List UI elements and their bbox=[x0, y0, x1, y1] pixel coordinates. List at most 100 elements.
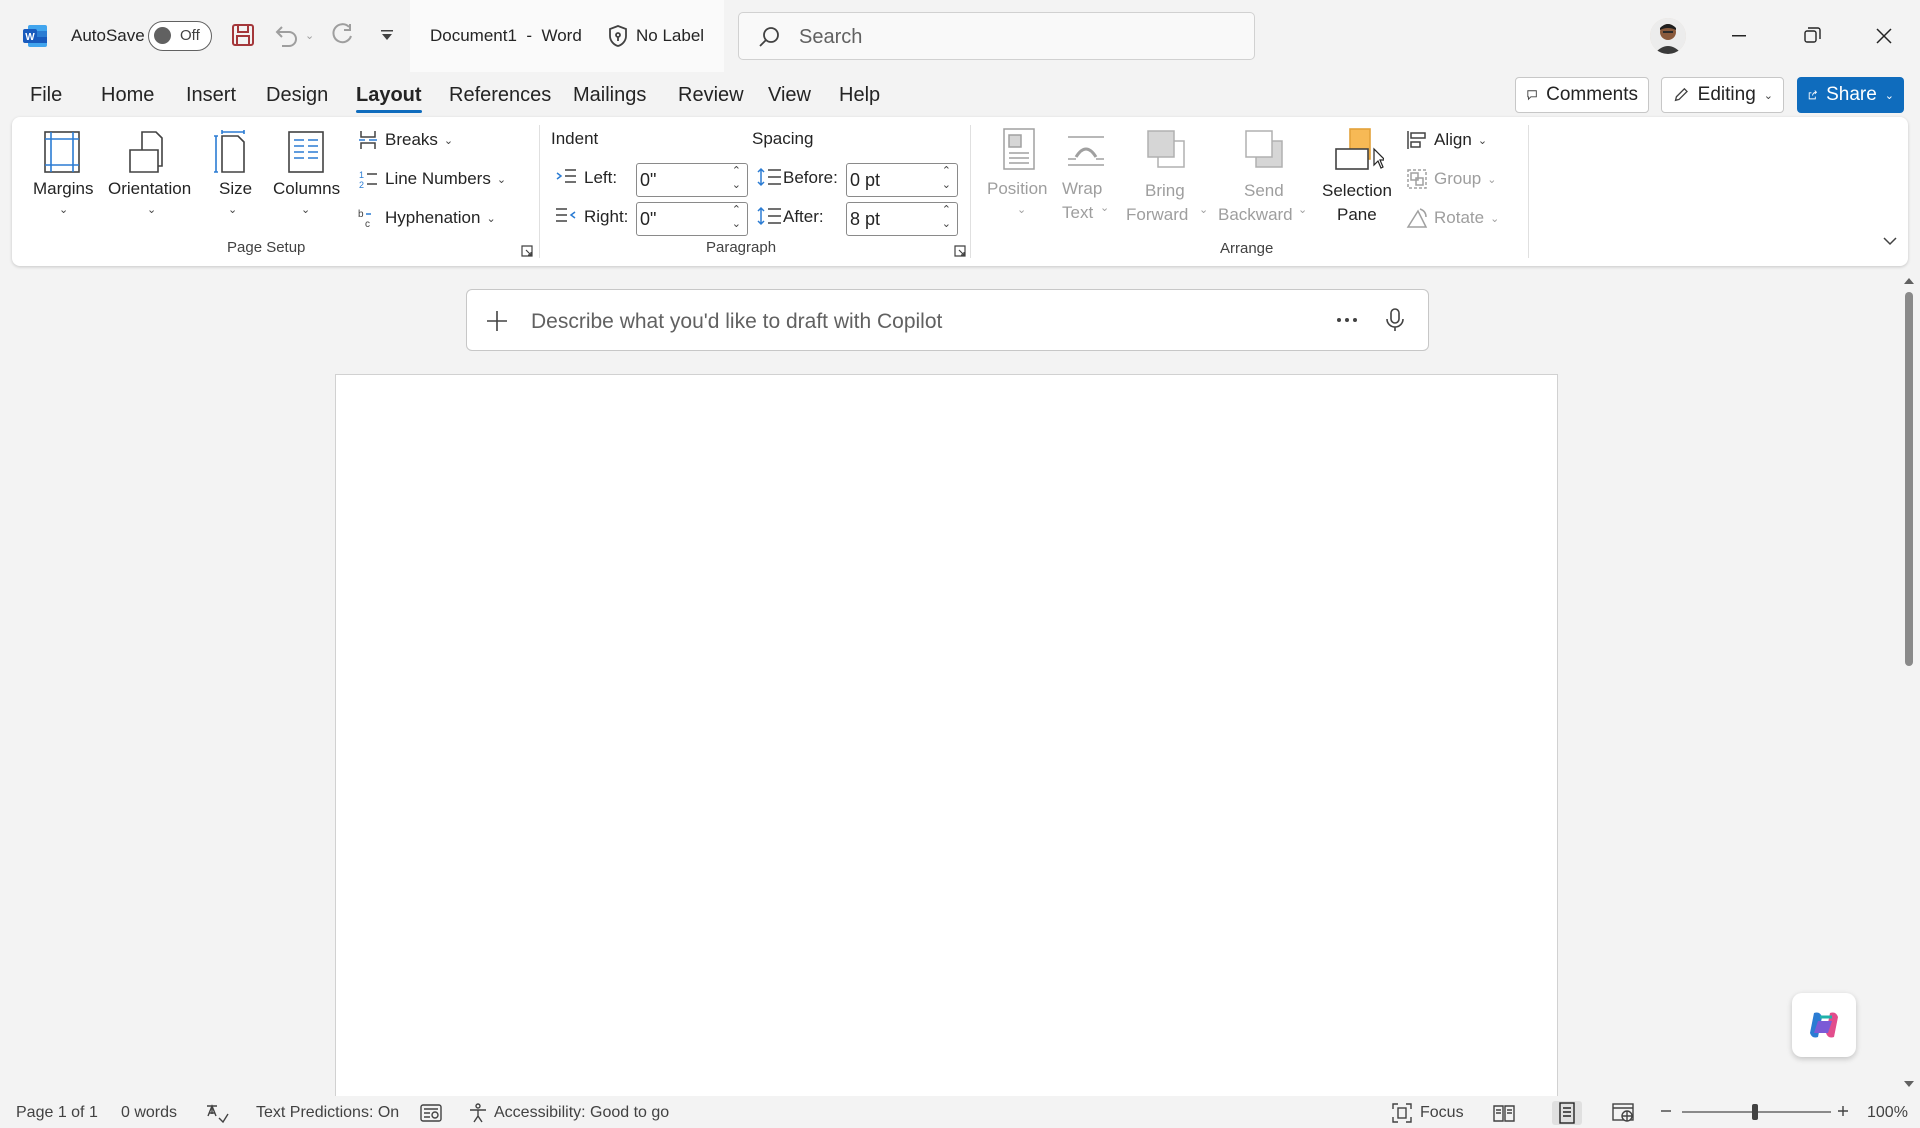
chevron-down-icon[interactable]: ⌄ bbox=[732, 217, 741, 230]
selection-pane-icon[interactable] bbox=[1334, 127, 1384, 177]
tab-layout[interactable]: Layout bbox=[356, 84, 422, 113]
orientation-icon[interactable] bbox=[128, 130, 172, 174]
chevron-down-icon[interactable]: ⌄ bbox=[732, 178, 741, 191]
zoom-out-icon[interactable] bbox=[1659, 1104, 1673, 1118]
focus-label[interactable]: Focus bbox=[1420, 1104, 1464, 1122]
bring-forward-label-2[interactable]: Forward bbox=[1126, 203, 1188, 227]
align-button[interactable]: Align ⌄ bbox=[1406, 129, 1487, 151]
print-layout-icon[interactable] bbox=[1552, 1101, 1582, 1125]
page-count[interactable]: Page 1 of 1 bbox=[16, 1104, 98, 1122]
margins-icon[interactable] bbox=[42, 130, 82, 174]
size-icon[interactable] bbox=[212, 130, 252, 174]
bring-forward-icon[interactable] bbox=[1144, 127, 1188, 171]
document-title-area[interactable]: Document1 - Word No Label bbox=[410, 0, 724, 72]
chevron-down-icon[interactable]: ⌄ bbox=[1298, 203, 1307, 216]
spacing-before-stepper[interactable]: 0 pt ⌃ ⌄ bbox=[846, 163, 958, 197]
tab-mailings[interactable]: Mailings bbox=[573, 84, 646, 107]
tab-review[interactable]: Review bbox=[678, 84, 744, 107]
chevron-down-icon[interactable]: ⌄ bbox=[59, 203, 68, 216]
customize-toolbar-icon[interactable] bbox=[380, 28, 394, 42]
restore-icon[interactable] bbox=[1794, 18, 1830, 54]
group-button[interactable]: Group ⌄ bbox=[1406, 168, 1496, 190]
tab-design[interactable]: Design bbox=[266, 84, 328, 107]
paragraph-group-label: Paragraph bbox=[706, 239, 777, 256]
hyphenation-button[interactable]: bc Hyphenation ⌄ bbox=[357, 207, 496, 229]
share-button[interactable]: Share ⌄ bbox=[1797, 77, 1904, 113]
orientation-label[interactable]: Orientation bbox=[108, 177, 191, 201]
zoom-level[interactable]: 100% bbox=[1867, 1104, 1908, 1122]
send-backward-label-2[interactable]: Backward bbox=[1218, 203, 1293, 227]
tab-help[interactable]: Help bbox=[839, 84, 880, 107]
web-layout-icon[interactable] bbox=[1612, 1102, 1634, 1124]
copilot-prompt-box[interactable]: Describe what you'd like to draft with C… bbox=[466, 289, 1429, 351]
minimize-icon[interactable] bbox=[1721, 18, 1757, 54]
chevron-up-icon[interactable]: ⌃ bbox=[942, 164, 951, 177]
position-icon[interactable] bbox=[998, 127, 1038, 171]
chevron-down-icon[interactable]: ⌄ bbox=[942, 217, 951, 230]
tab-view[interactable]: View bbox=[768, 84, 811, 107]
focus-icon[interactable] bbox=[1391, 1102, 1413, 1124]
position-label[interactable]: Position bbox=[987, 177, 1047, 201]
avatar[interactable] bbox=[1650, 18, 1686, 54]
word-count[interactable]: 0 words bbox=[121, 1104, 177, 1122]
search-box[interactable]: Search bbox=[738, 12, 1255, 60]
undo-icon[interactable] bbox=[272, 22, 300, 48]
indent-right-stepper[interactable]: 0" ⌃ ⌄ bbox=[636, 202, 748, 236]
text-predictions-status[interactable]: Text Predictions: On bbox=[256, 1104, 399, 1122]
vertical-scrollbar[interactable] bbox=[1898, 270, 1920, 1098]
zoom-slider-thumb[interactable] bbox=[1752, 1104, 1758, 1120]
autosave-toggle[interactable]: Off bbox=[148, 21, 212, 51]
chevron-down-icon[interactable]: ⌄ bbox=[1017, 203, 1026, 216]
tab-insert[interactable]: Insert bbox=[186, 84, 236, 107]
spacing-after-stepper[interactable]: 8 pt ⌃ ⌄ bbox=[846, 202, 958, 236]
chevron-down-icon[interactable]: ⌄ bbox=[147, 203, 156, 216]
chevron-down-icon[interactable]: ⌄ bbox=[301, 203, 310, 216]
redo-icon[interactable] bbox=[328, 22, 356, 48]
close-icon[interactable] bbox=[1866, 18, 1902, 54]
save-icon[interactable] bbox=[230, 22, 256, 48]
macro-recording-icon[interactable] bbox=[420, 1103, 442, 1123]
selection-pane-label-2[interactable]: Pane bbox=[1337, 203, 1377, 227]
comments-button[interactable]: Comments bbox=[1515, 77, 1649, 113]
wrap-text-icon[interactable] bbox=[1066, 131, 1106, 171]
tab-references[interactable]: References bbox=[449, 84, 551, 107]
breaks-button[interactable]: Breaks ⌄ bbox=[357, 129, 453, 151]
collapse-ribbon-icon[interactable] bbox=[1882, 235, 1898, 247]
columns-label[interactable]: Columns bbox=[273, 177, 340, 201]
copilot-button[interactable] bbox=[1792, 993, 1856, 1057]
indent-left-stepper[interactable]: 0" ⌃ ⌄ bbox=[636, 163, 748, 197]
margins-label[interactable]: Margins bbox=[33, 177, 93, 201]
wrap-text-label-1[interactable]: Wrap bbox=[1062, 177, 1102, 201]
size-label[interactable]: Size bbox=[219, 177, 252, 201]
read-mode-icon[interactable] bbox=[1493, 1103, 1515, 1123]
rotate-button[interactable]: Rotate ⌄ bbox=[1406, 207, 1499, 229]
chevron-up-icon[interactable]: ⌃ bbox=[732, 203, 741, 216]
columns-icon[interactable] bbox=[286, 130, 326, 174]
send-backward-label-1[interactable]: Send bbox=[1244, 179, 1284, 203]
plus-icon[interactable] bbox=[485, 309, 509, 333]
tab-file[interactable]: File bbox=[30, 84, 62, 107]
microphone-icon[interactable] bbox=[1385, 307, 1405, 333]
chevron-up-icon[interactable]: ⌃ bbox=[732, 164, 741, 177]
chevron-down-icon[interactable]: ⌄ bbox=[942, 178, 951, 191]
dialog-launcher-icon[interactable] bbox=[521, 245, 533, 257]
chevron-up-icon[interactable]: ⌃ bbox=[942, 203, 951, 216]
tab-home[interactable]: Home bbox=[101, 84, 154, 107]
accessibility-status[interactable]: Accessibility: Good to go bbox=[494, 1104, 669, 1122]
bring-forward-label-1[interactable]: Bring bbox=[1145, 179, 1185, 203]
dialog-launcher-icon[interactable] bbox=[954, 245, 966, 257]
chevron-down-icon[interactable]: ⌄ bbox=[228, 203, 237, 216]
chevron-down-icon[interactable]: ⌄ bbox=[1199, 203, 1208, 216]
zoom-in-icon[interactable] bbox=[1836, 1104, 1850, 1118]
wrap-text-label-2[interactable]: Text bbox=[1062, 201, 1093, 225]
selection-pane-label-1[interactable]: Selection bbox=[1322, 179, 1392, 203]
editing-mode-button[interactable]: Editing ⌄ bbox=[1661, 77, 1784, 113]
proofing-icon[interactable] bbox=[205, 1102, 229, 1124]
accessibility-icon[interactable] bbox=[467, 1102, 489, 1124]
undo-dropdown-icon[interactable]: ⌄ bbox=[305, 29, 314, 42]
document-page[interactable] bbox=[335, 374, 1558, 1128]
chevron-down-icon[interactable]: ⌄ bbox=[1100, 201, 1109, 214]
line-numbers-button[interactable]: 12 Line Numbers ⌄ bbox=[357, 168, 506, 190]
more-options-icon[interactable] bbox=[1335, 310, 1359, 330]
send-backward-icon[interactable] bbox=[1242, 127, 1286, 171]
